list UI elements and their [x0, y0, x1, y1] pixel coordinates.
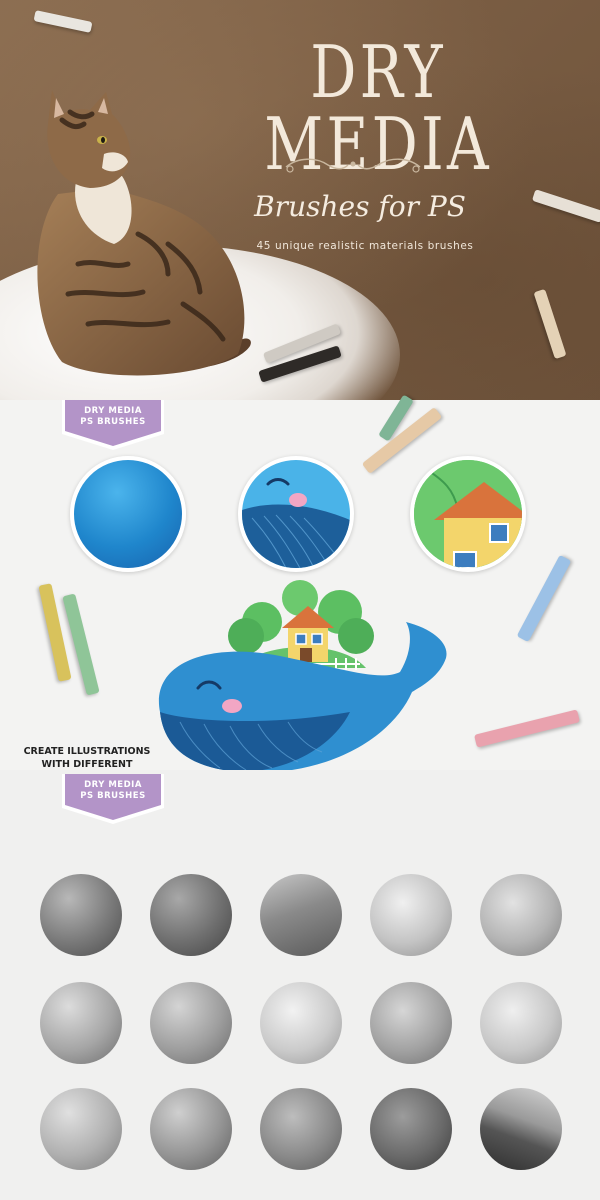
texture-swatch: [40, 874, 122, 956]
blue-texture-swatch: [70, 456, 186, 572]
pastel-stick-right: [531, 189, 600, 223]
texture-swatch: [150, 874, 232, 956]
ornament-divider: [285, 158, 421, 173]
product-tagline: 45 unique realistic materials brushes: [256, 240, 474, 252]
product-preview: DRY MEDIA Brushes for PS 45 unique reali…: [0, 0, 600, 1200]
ribbon-label: DRY MEDIA PS BRUSHES: [62, 406, 164, 428]
texture-swatch: [260, 982, 342, 1064]
texture-swatch: [370, 874, 452, 956]
pastel-stick-bottom-right: [533, 288, 567, 360]
whale-detail-swatch: [238, 456, 354, 572]
whale-illustration: [158, 580, 447, 773]
texture-swatch: [480, 1088, 562, 1170]
section-ribbon-2: DRY MEDIA PS BRUSHES: [62, 774, 164, 826]
texture-swatch: [370, 982, 452, 1064]
caption-line-1: CREATE ILLUSTRATIONS: [23, 746, 151, 757]
effects-section: DRY MEDIA PS BRUSHES CREATE ILLUSTRATION…: [0, 394, 600, 783]
section-ribbon: DRY MEDIA PS BRUSHES: [62, 400, 164, 452]
pastel-stick-blue: [516, 554, 572, 643]
texture-swatch: [40, 982, 122, 1064]
house-detail-swatch: [410, 456, 526, 572]
texture-swatches-section: DRY MEDIA PS BRUSHES: [0, 770, 600, 1200]
texture-swatch: [480, 874, 562, 956]
hero-banner: DRY MEDIA Brushes for PS 45 unique reali…: [0, 0, 600, 400]
pastel-stick-green: [62, 593, 100, 696]
whale-detail-art: [242, 478, 350, 568]
texture-swatch: [370, 1088, 452, 1170]
ribbon-2-line-2: PS BRUSHES: [80, 791, 146, 801]
texture-swatch: [150, 982, 232, 1064]
ribbon-2-line-1: DRY MEDIA: [84, 780, 142, 790]
texture-swatch: [40, 1088, 122, 1170]
texture-swatch: [480, 982, 562, 1064]
ribbon-label-2: DRY MEDIA PS BRUSHES: [62, 780, 164, 802]
texture-swatch: [150, 1088, 232, 1170]
ribbon-line-1: DRY MEDIA: [84, 406, 142, 416]
texture-swatch: [260, 874, 342, 956]
pastel-stick-top-left: [33, 10, 93, 33]
product-subtitle: Brushes for PS: [254, 190, 466, 223]
pastel-stick-pink: [474, 709, 580, 748]
house-detail-art: [414, 460, 522, 568]
ribbon-line-2: PS BRUSHES: [80, 417, 146, 427]
texture-swatch: [260, 1088, 342, 1170]
